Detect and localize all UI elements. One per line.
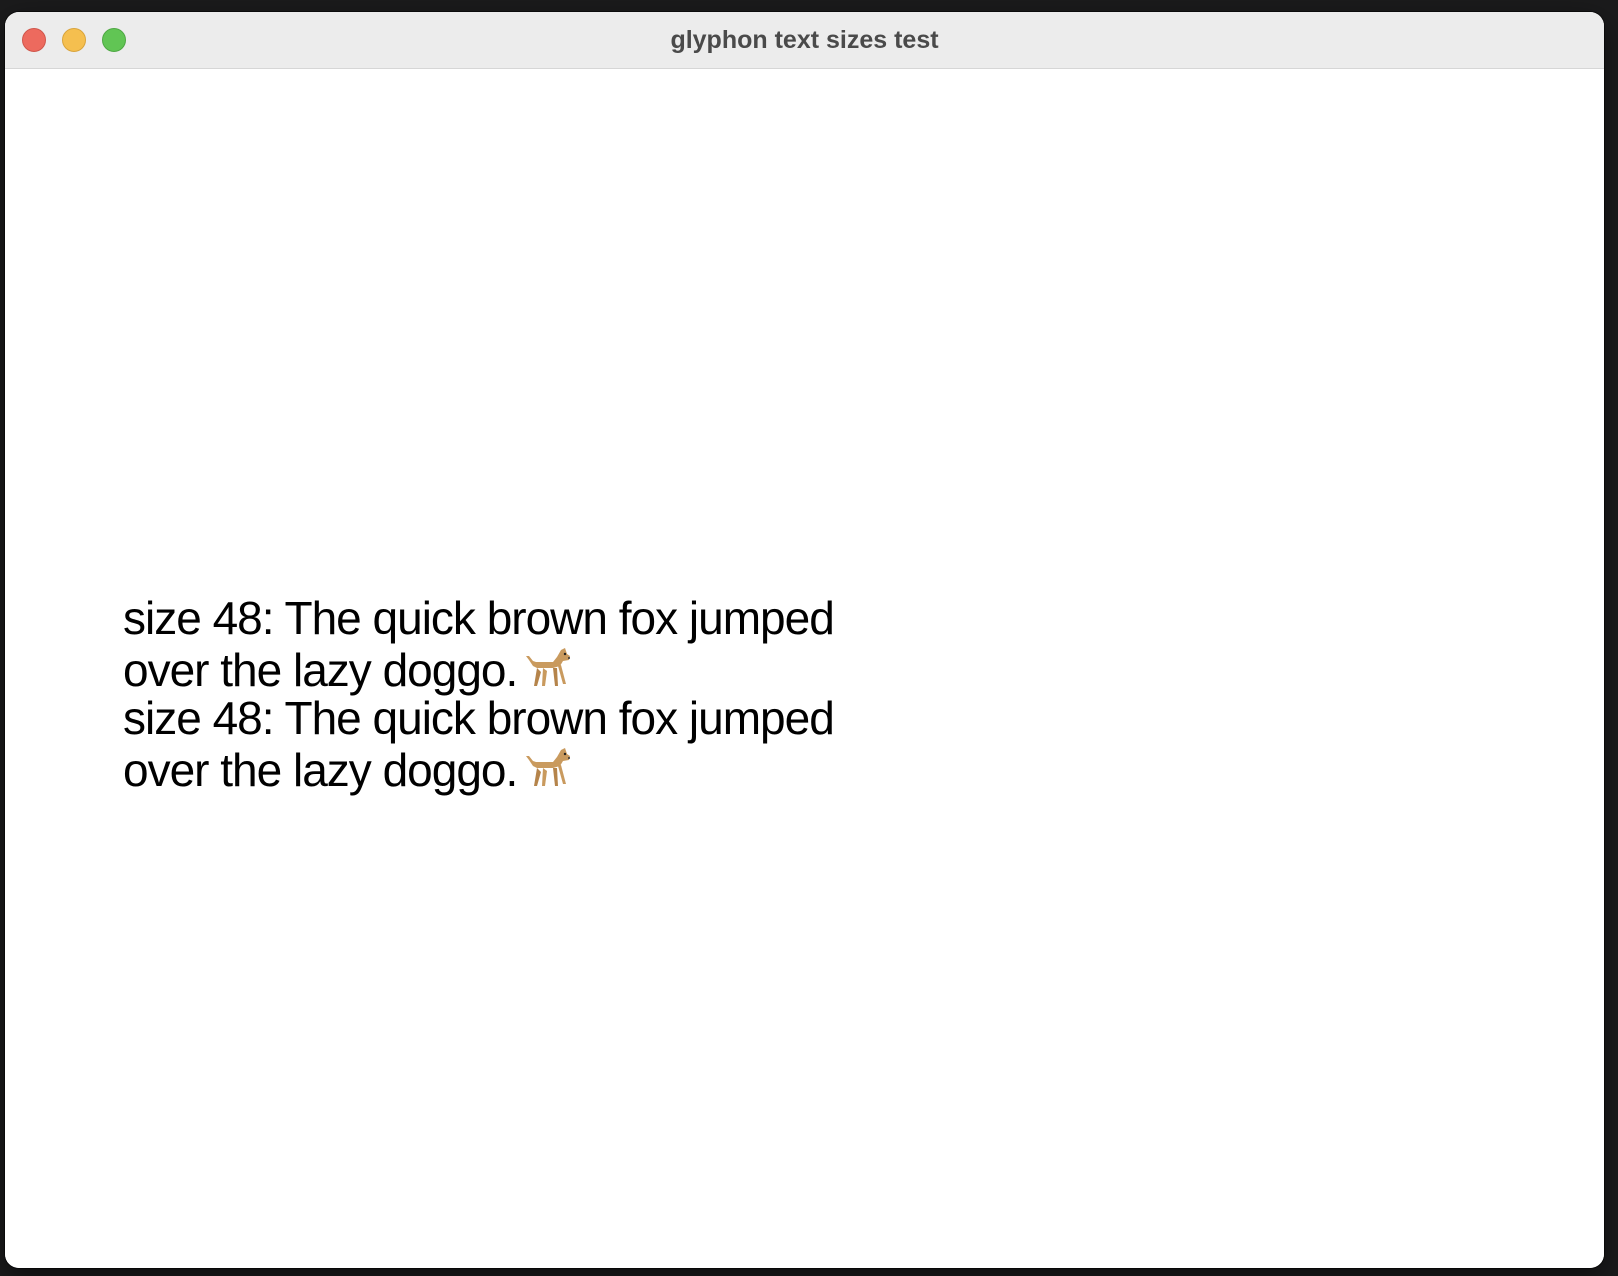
sample-text-line: size 48: The quick brown fox jumped over… <box>123 692 883 796</box>
dog-icon <box>526 748 571 786</box>
render-canvas: size 48: The quick brown fox jumped over… <box>5 69 1604 1268</box>
dog-icon <box>526 648 571 686</box>
app-window: glyphon text sizes test size 48: The qui… <box>5 12 1604 1268</box>
sample-text-line: size 48: The quick brown fox jumped over… <box>123 592 883 696</box>
window-title: glyphon text sizes test <box>670 26 939 54</box>
title-bar[interactable]: glyphon text sizes test <box>5 12 1604 69</box>
sample-text: size 48: The quick brown fox jumped over… <box>123 592 835 696</box>
sample-text: size 48: The quick brown fox jumped over… <box>123 692 835 796</box>
